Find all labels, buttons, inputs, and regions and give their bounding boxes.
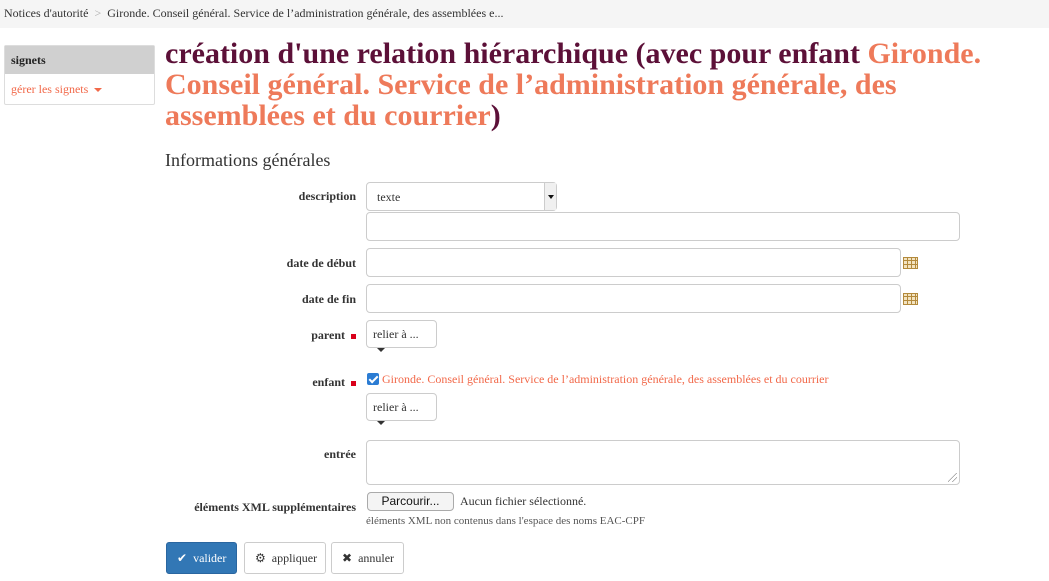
child-option: Gironde. Conseil général. Service de l’a… <box>367 372 829 387</box>
section-heading: Informations générales <box>165 150 331 170</box>
bookmarks-title: signets <box>5 46 154 74</box>
page-title-prefix: création d'une relation hiérarchique (av… <box>165 37 868 70</box>
child-dropdown-label: relier à ... <box>373 400 419 414</box>
required-marker <box>351 380 356 386</box>
parent-label: parent <box>166 328 356 343</box>
breadcrumb-current: Gironde. Conseil général. Service de l’a… <box>107 6 504 20</box>
apply-button[interactable]: ⚙ appliquer <box>244 542 326 574</box>
entry-label: entrée <box>324 447 356 461</box>
end-date-field[interactable] <box>366 284 901 313</box>
caret-down-icon <box>377 348 385 353</box>
breadcrumb-separator: > <box>94 6 102 20</box>
child-link-dropdown[interactable]: relier à ... <box>366 393 437 426</box>
check-icon: ✔ <box>177 551 188 565</box>
caret-down-icon <box>94 88 103 93</box>
browse-file-button[interactable]: Parcourir... <box>367 492 454 511</box>
entry-textarea[interactable] <box>366 440 960 485</box>
parent-link-dropdown[interactable]: relier à ... <box>366 320 437 353</box>
select-arrow-icon <box>544 183 556 210</box>
parent-label-text: parent <box>311 328 345 342</box>
description-type-value: texte <box>377 190 401 204</box>
validate-button[interactable]: ✔ valider <box>166 542 237 574</box>
start-date-label: date de début <box>286 256 356 270</box>
breadcrumb: Notices d'autorité > Gironde. Conseil géné… <box>0 0 1049 28</box>
manage-bookmarks-label: gérer les signets <box>11 82 89 96</box>
xml-help-text: éléments XML non contenus dans l'espace … <box>366 515 645 527</box>
calendar-icon[interactable] <box>903 257 918 269</box>
child-checkbox-label[interactable]: Gironde. Conseil général. Service de l’a… <box>382 372 829 386</box>
description-type-select[interactable]: texte <box>366 182 557 211</box>
cancel-label: annuler <box>358 551 395 565</box>
page-title: création d'une relation hiérarchique (av… <box>165 38 1025 131</box>
resize-handle-icon[interactable] <box>948 473 957 482</box>
apply-label: appliquer <box>271 551 318 565</box>
bookmarks-panel: signets gérer les signets <box>4 45 155 105</box>
manage-bookmarks-link[interactable]: gérer les signets <box>5 74 154 104</box>
gear-icon: ⚙ <box>255 551 266 565</box>
close-icon: ✖ <box>342 551 353 565</box>
caret-down-icon <box>377 421 385 426</box>
child-label-text: enfant <box>312 375 345 389</box>
breadcrumb-root[interactable]: Notices d'autorité <box>4 6 88 20</box>
file-status: Aucun fichier sélectionné. <box>460 494 587 508</box>
required-marker <box>351 333 356 339</box>
description-field[interactable] <box>366 212 960 241</box>
description-label: description <box>298 189 356 203</box>
child-label: enfant <box>166 375 356 390</box>
end-date-label: date de fin <box>302 292 356 306</box>
parent-dropdown-label: relier à ... <box>373 327 419 341</box>
cancel-button[interactable]: ✖ annuler <box>331 542 404 574</box>
start-date-field[interactable] <box>366 248 901 277</box>
child-checkbox[interactable] <box>367 373 379 385</box>
calendar-icon[interactable] <box>903 293 918 305</box>
xml-label: éléments XML supplémentaires <box>194 500 356 514</box>
validate-label: valider <box>193 551 227 565</box>
page-title-suffix: ) <box>490 99 501 132</box>
